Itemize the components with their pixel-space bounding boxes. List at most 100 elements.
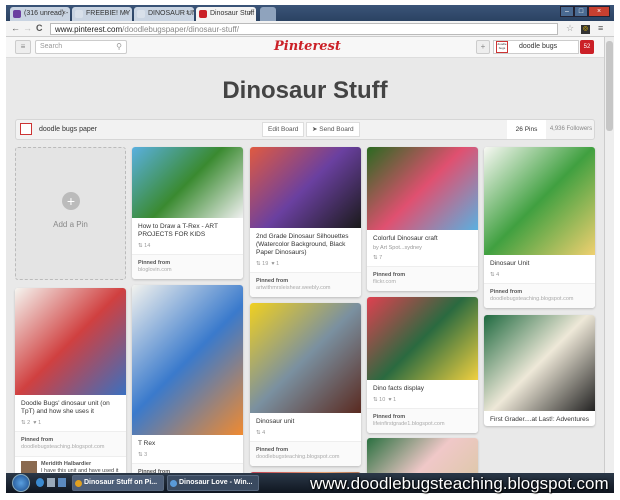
ie-icon[interactable] (36, 478, 44, 487)
pin-image[interactable] (484, 315, 595, 411)
menu-icon[interactable]: ≡ (598, 23, 603, 33)
commenter-name[interactable]: Meridith Halbardier (41, 461, 120, 468)
pinterest-logo[interactable]: Pinterest (274, 39, 341, 54)
browser-tab[interactable]: DINOSAUR UNIT: LITERAC× (134, 7, 194, 21)
pin-image[interactable] (367, 438, 478, 473)
favicon-icon (137, 10, 145, 18)
menu-button[interactable]: ≡ (15, 40, 31, 54)
pin-card[interactable] (367, 438, 478, 473)
pin-card[interactable]: Colorful Dinosaur craft by Art Spot...syd… (367, 147, 478, 291)
pins-count-tab[interactable]: 26 Pins (507, 120, 546, 139)
send-board-button[interactable]: ➤ Send Board (306, 122, 360, 137)
pin-image[interactable] (132, 285, 243, 435)
taskbar-label: Dinosaur Stuff on Pi... (84, 479, 158, 486)
pinned-from-label: Pinned from (373, 414, 406, 420)
pin-card[interactable]: Dino facts display ⇅ 10 ♥ 1 Pinned from lif… (367, 297, 478, 433)
search-input[interactable]: Search ⚲ (35, 40, 127, 54)
pin-description: Dino facts display (373, 385, 424, 392)
extension-icon[interactable]: ◎ (581, 25, 590, 34)
pin-image[interactable] (132, 147, 243, 218)
pin-image[interactable] (250, 147, 361, 228)
chrome-icon (75, 480, 82, 487)
pin-card[interactable]: Doodle Bugs' dinosaur unit (on TpT) and … (15, 288, 126, 473)
source-domain: lifeinfirstgrade1.blogspot.com (373, 421, 445, 427)
close-window-button[interactable]: × (588, 6, 610, 17)
pin-card[interactable]: Dinosaur unit ⇅ 4 Pinned from doodlebugstea… (250, 303, 361, 466)
new-tab-button[interactable] (260, 7, 276, 21)
add-pin-button[interactable]: + (476, 40, 490, 54)
switch-windows-icon[interactable] (58, 478, 66, 487)
minimize-button[interactable]: – (560, 6, 574, 17)
favicon-icon (199, 10, 207, 18)
browser-tab[interactable]: Dinosaur Stuff on Pinteres× (196, 7, 256, 21)
pinned-from-label: Pinned from (490, 289, 523, 295)
board-owner-link[interactable]: doodle bugs paper (39, 126, 97, 133)
close-tab-icon[interactable]: × (186, 10, 190, 17)
maximize-button[interactable]: □ (574, 6, 588, 17)
page-scrollbar[interactable] (604, 37, 614, 473)
owner-avatar[interactable] (20, 123, 32, 135)
pin-stats: ⇅ 3 (132, 450, 243, 463)
repin-count: 4 (262, 430, 266, 436)
pin-description: T Rex (138, 440, 156, 447)
source-domain: doodlebugsteaching.blogspot.com (490, 296, 574, 302)
pin-stats: ⇅ 19 ♥ 1 (250, 259, 361, 272)
pinned-from-label: Pinned from (373, 272, 406, 278)
pin-description: First Grader....at Last!: Adventures (490, 416, 589, 423)
show-desktop-icon[interactable] (47, 478, 55, 487)
user-profile-button[interactable]: doodle bugs doodle bugs (493, 40, 579, 54)
add-pin-placeholder[interactable]: + Add a Pin (15, 147, 126, 280)
user-name: doodle bugs (519, 43, 558, 50)
pin-source[interactable]: Pinned from artwithmrsleishear.weebly.com (250, 272, 361, 297)
pin-stats: ⇅ 2 ♥ 1 (15, 418, 126, 431)
url-host: www.pinterest.com (55, 25, 123, 34)
pin-card[interactable]: 2nd Grade Dinosaur Silhouettes (Watercol… (250, 147, 361, 297)
pin-stats: ⇅ 4 (250, 428, 361, 441)
back-icon[interactable]: ← (11, 23, 20, 33)
pin-source[interactable]: Pinned from doodlebugsteaching.blogspot.c… (250, 441, 361, 466)
pin-card[interactable]: T Rex ⇅ 3Pinned fromlifeinfirstgrade1.blo… (132, 285, 243, 473)
pin-card[interactable]: First Grader....at Last!: Adventures (484, 315, 595, 426)
followers-count-tab[interactable]: 4,936 Followers (546, 120, 596, 139)
notifications-badge[interactable]: 52 (580, 40, 594, 54)
pin-card[interactable]: How to Draw a T-Rex - ART PROJECTS FOR K… (132, 147, 243, 279)
like-count: 1 (276, 261, 280, 267)
pin-stats: ⇅ 7 (367, 253, 478, 266)
repin-count: 10 (379, 397, 386, 403)
pin-image[interactable] (484, 147, 595, 255)
tab-strip: (316 unread) - kaceykat -×FREEBIE! MY FA… (6, 5, 614, 21)
commenter-avatar[interactable] (21, 461, 37, 473)
close-tab-icon[interactable]: × (62, 10, 66, 17)
start-button[interactable] (12, 474, 30, 492)
pin-image[interactable] (367, 297, 478, 380)
pin-card[interactable]: Dinosaur Unit ⇅ 4 Pinned from doodlebugstea… (484, 147, 595, 308)
url-input[interactable]: www.pinterest.com/doodlebugspaper/dinosa… (50, 23, 558, 35)
url-path: /doodlebugspaper/dinosaur-stuff/ (122, 25, 239, 34)
scrollbar-thumb[interactable] (606, 41, 613, 131)
pin-description: Doodle Bugs' dinosaur unit (on TpT) and … (21, 400, 110, 415)
pin-image[interactable] (15, 288, 126, 395)
pin-attribution[interactable]: by Art Spot...sydney (367, 245, 478, 253)
repin-count: 7 (379, 255, 383, 261)
bookmark-star-icon[interactable]: ☆ (566, 23, 574, 34)
pin-source[interactable]: Pinned from doodlebugsteaching.blogspot.c… (484, 283, 595, 308)
browser-tab[interactable]: (316 unread) - kaceykat -× (10, 7, 70, 21)
plus-icon: + (62, 192, 80, 210)
forward-icon[interactable]: → (23, 23, 32, 33)
close-tab-icon[interactable]: × (124, 10, 128, 17)
taskbar-item-writer[interactable]: Dinosaur Love - Win... (167, 475, 259, 491)
pin-source[interactable]: Pinned from flickr.com (367, 266, 478, 291)
pin-source[interactable]: Pinned fromlifeinfirstgrade1.blogspot.co… (367, 408, 478, 433)
edit-board-button[interactable]: Edit Board (262, 122, 305, 137)
pin-image[interactable] (250, 303, 361, 413)
close-tab-icon[interactable]: × (248, 10, 252, 17)
pin-source[interactable]: Pinned from doodlebugsteaching.blogspot.c… (15, 431, 126, 456)
pin-image[interactable] (367, 147, 478, 230)
taskbar-item-chrome[interactable]: Dinosaur Stuff on Pi... (72, 475, 164, 491)
browser-tab[interactable]: FREEBIE! MY FAVORITE T× (72, 7, 132, 21)
pin-source[interactable]: Pinned fromlifeinfirstgrade1.blogspot.co… (132, 463, 243, 473)
reload-icon[interactable]: C (36, 23, 43, 33)
favicon-icon (75, 10, 83, 18)
pin-source[interactable]: Pinned from bloglovin.com (132, 254, 243, 279)
address-bar-row: ← → C www.pinterest.com/doodlebugspaper/… (6, 21, 614, 37)
